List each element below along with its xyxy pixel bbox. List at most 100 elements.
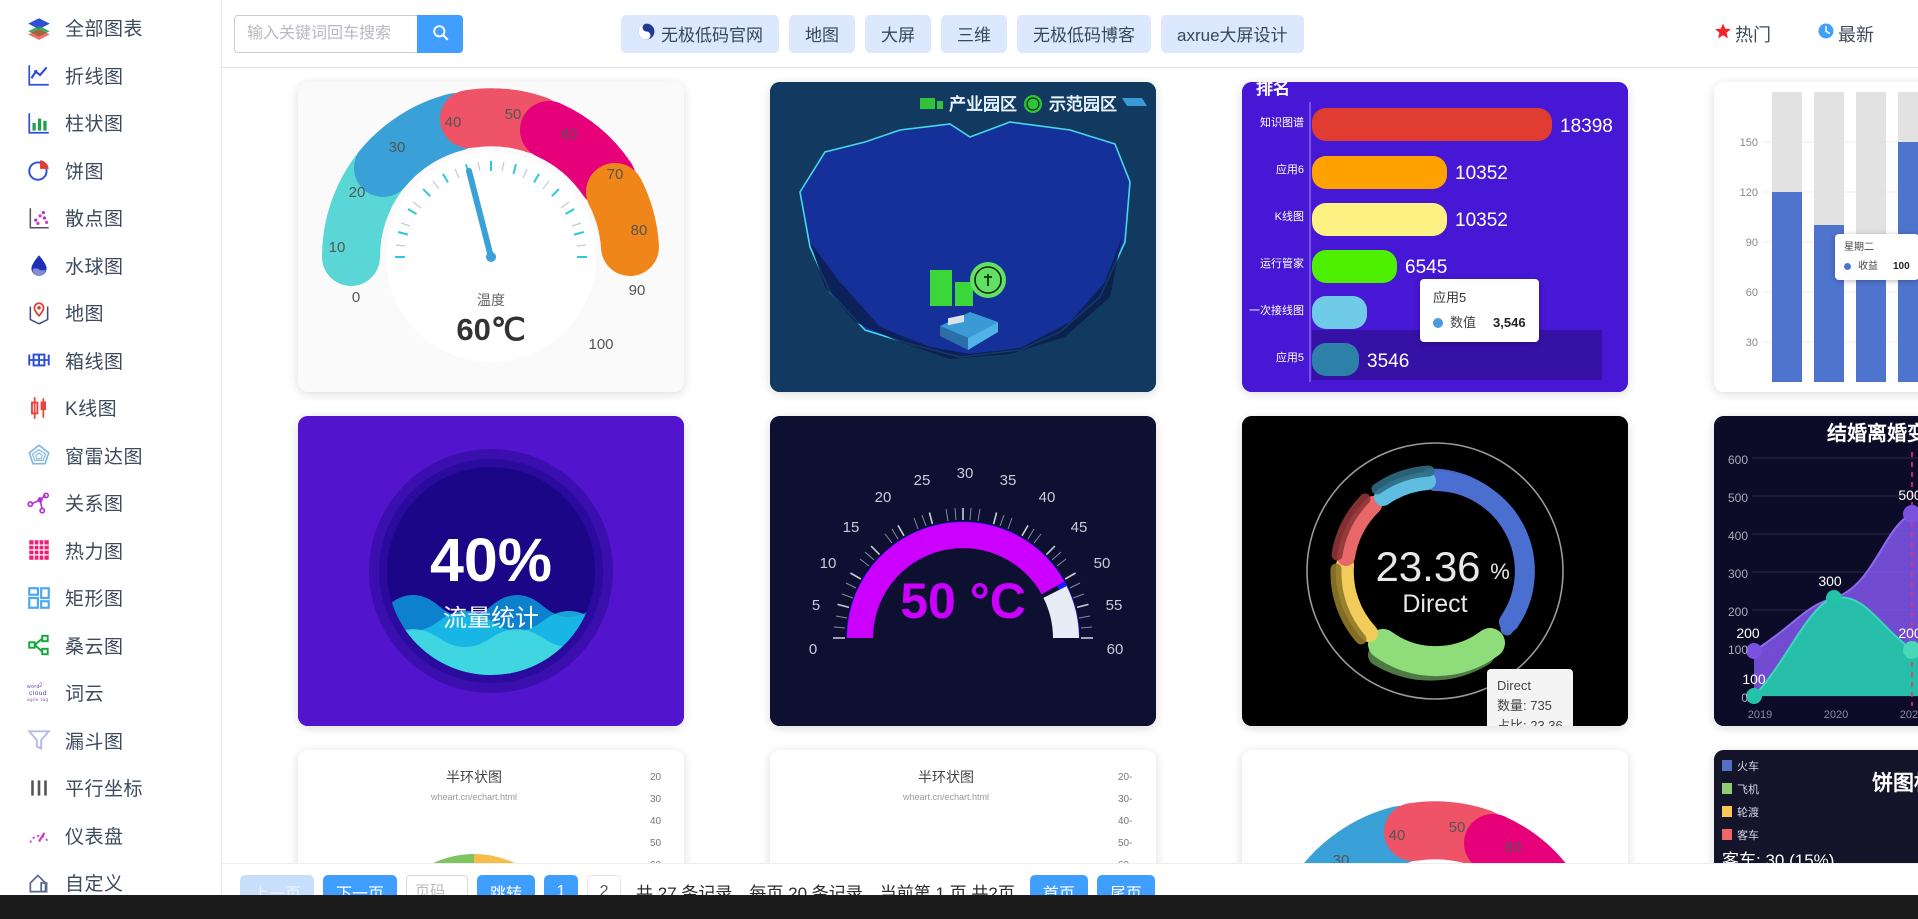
- y-tick-120: 120: [1740, 187, 1758, 199]
- sidebar-item-label: 地图: [65, 304, 105, 326]
- y-tick-600: 600: [1728, 453, 1748, 467]
- chart-card-gauge-temperature-2[interactable]: 30 40 50 60 70: [1242, 750, 1628, 863]
- hot-link[interactable]: 热门: [1714, 21, 1771, 47]
- bar-chart-title: 排名: [1256, 82, 1290, 98]
- bar-cat-5: 应用5: [1276, 350, 1304, 364]
- search-button[interactable]: [417, 14, 463, 53]
- bar-cat-1: 应用6: [1276, 162, 1304, 176]
- area-title: 结婚离婚变化趋势: [1827, 421, 1918, 445]
- sidebar-item-label: 全部图表: [65, 19, 144, 41]
- gauge-value: 50 °C: [900, 573, 1026, 629]
- sidebar-item-label: 桑云图: [65, 636, 124, 658]
- nav-button-label: 无极低码官网: [661, 26, 763, 45]
- donut-center-unit: %: [1490, 559, 1510, 584]
- donut-center-label: Direct: [1402, 590, 1467, 618]
- pie-chart-icon: [26, 157, 52, 183]
- sidebar-item-liquidfill[interactable]: 水球图: [0, 242, 221, 290]
- chart-card-bar-weekly-income[interactable]: 30 60 90 120 150 收益 星期二: [1714, 82, 1918, 392]
- nav-button-3d[interactable]: 三维: [941, 14, 1007, 53]
- sidebar-item-wordcloud[interactable]: word 2 cloud agile tag 词云: [0, 669, 221, 717]
- nav-button-map[interactable]: 地图: [789, 14, 855, 53]
- bar-chart-icon: [26, 110, 52, 136]
- gauge-tick-60: 60: [561, 126, 578, 143]
- y-tick-200: 200: [1728, 605, 1748, 619]
- search-input[interactable]: [234, 14, 417, 53]
- chart-card-gauge-celsius[interactable]: 0 5 10 15 20 25 30 35 40 45 50 55 60 50 …: [770, 416, 1156, 726]
- nav-button-axrue-design[interactable]: axrue大屏设计: [1161, 14, 1304, 53]
- sidebar-item-label: 水球图: [65, 256, 124, 278]
- gauge-tick-10: 10: [329, 239, 346, 256]
- axis-label-1: 30: [650, 794, 662, 805]
- sidebar-item-map[interactable]: 地图: [0, 289, 221, 337]
- chart-card-halfdonut-age-1[interactable]: 半环状图 wheart.cn/echart.html 30-40岁 40-50岁: [298, 750, 684, 863]
- chart-card-map-industrial-park[interactable]: 产业园区 示范园区: [770, 82, 1156, 392]
- axis-label-2: 40-: [1118, 816, 1132, 827]
- sidebar-item-pie-chart[interactable]: 饼图: [0, 147, 221, 195]
- chart-card-halfdonut-age-2[interactable]: 半环状图 wheart.cn/echart.html 40-50岁 20- 30…: [770, 750, 1156, 863]
- nav-button-label: 无极低码博客: [1033, 26, 1135, 45]
- sidebar-item-radar[interactable]: 窗雷达图: [0, 432, 221, 480]
- sidebar-item-label: 关系图: [65, 494, 124, 516]
- tooltip-color-dot: [1844, 262, 1851, 270]
- tooltip-series: 数值: [1450, 315, 1477, 331]
- nav-button-bigscreen[interactable]: 大屏: [865, 14, 931, 53]
- chart-card-pie-transport[interactable]: 饼图标题 火车 飞机 轮渡 客车 客车: 30 (15%) 火车:: [1714, 750, 1918, 863]
- gauge2-tick-60: 60: [1505, 839, 1522, 856]
- sidebar-item-heatmap[interactable]: 热力图: [0, 527, 221, 575]
- tooltip-color-dot: [1433, 318, 1443, 329]
- tick-15: 15: [843, 519, 860, 536]
- chart-card-liquidfill-traffic[interactable]: 40% 流量统计: [298, 416, 684, 726]
- sankey-icon: [26, 632, 52, 658]
- sidebar-item-treemap[interactable]: 矩形图: [0, 574, 221, 622]
- sidebar-item-line-chart[interactable]: 折线图: [0, 52, 221, 100]
- sidebar-item-graph-relation[interactable]: 关系图: [0, 479, 221, 527]
- sidebar-item-candlestick[interactable]: K线图: [0, 384, 221, 432]
- bar-cat-2: K线图: [1275, 209, 1304, 223]
- sidebar-item-bar-chart[interactable]: 柱状图: [0, 99, 221, 147]
- layers-icon: [26, 15, 52, 41]
- dp-label-500: 500: [1898, 487, 1918, 503]
- sidebar-item-all-charts[interactable]: 全部图表: [0, 4, 221, 52]
- search-icon: [431, 23, 450, 45]
- bar-val-5: 3546: [1367, 351, 1409, 372]
- latest-link[interactable]: 最新: [1817, 21, 1874, 47]
- funnel-icon: [26, 727, 52, 753]
- y-tick-300: 300: [1728, 567, 1748, 581]
- dp-label-200b: 200: [1898, 625, 1918, 641]
- chart-card-gauge-temperature[interactable]: 温度 60℃ 0 10 20 30 40 50 60 70 80 90 100: [298, 82, 684, 392]
- sidebar-item-funnel[interactable]: 漏斗图: [0, 717, 221, 765]
- bar-horizontal-svg: 排名 知识图谱 应用6 K线图 运行管家 一次接线图 应用5 18398 103…: [1242, 82, 1628, 392]
- chart-gallery: 温度 60℃ 0 10 20 30 40 50 60 70 80 90 100 …: [222, 68, 1918, 863]
- axis-label-1: 30-: [1118, 794, 1132, 805]
- tooltip-series: 收益: [1858, 260, 1878, 272]
- nav-button-official-site[interactable]: 无极低码官网: [621, 14, 779, 53]
- bar-cat-4: 一次接线图: [1249, 303, 1304, 317]
- sidebar-item-scatter-chart[interactable]: 散点图: [0, 194, 221, 242]
- chart-card-area-marriage-divorce[interactable]: 结婚离婚变化趋势: [1714, 416, 1918, 726]
- sidebar-item-label: 平行坐标: [65, 779, 144, 801]
- dp-label-200a: 200: [1736, 625, 1760, 641]
- gauge-tick-30: 30: [389, 139, 406, 156]
- tick-30: 30: [957, 465, 974, 482]
- nav-button-blog[interactable]: 无极低码博客: [1017, 14, 1151, 53]
- chart-card-bar-horizontal-apps[interactable]: 排名 知识图谱 应用6 K线图 运行管家 一次接线图 应用5 18398 103…: [1242, 82, 1628, 392]
- chart-card-donut-direct[interactable]: 23.36 % Direct Direct 数量: 735 占比: 23.36: [1242, 416, 1628, 726]
- x-tick-2019: 2019: [1748, 709, 1772, 721]
- sidebar-item-label: 散点图: [65, 209, 124, 231]
- gauge-title: 温度: [477, 292, 505, 308]
- map-svg: 产业园区 示范园区: [770, 82, 1156, 392]
- sidebar-item-parallel[interactable]: 平行坐标: [0, 764, 221, 812]
- liquidfill-icon: [26, 252, 52, 278]
- halfdonut-1-svg: 半环状图 wheart.cn/echart.html 30-40岁 40-50岁: [298, 750, 684, 863]
- sidebar-item-boxplot[interactable]: 箱线图: [0, 337, 221, 385]
- y-tick-500: 500: [1728, 491, 1748, 505]
- tooltip-value: 3,546: [1493, 315, 1526, 331]
- sidebar-item-label: 饼图: [65, 161, 105, 183]
- halfdonut-subtitle: wheart.cn/echart.html: [902, 792, 989, 802]
- tooltip-row-ratio: 占比: 23.36: [1497, 718, 1563, 726]
- gauge2-tick-50: 50: [1449, 819, 1466, 836]
- sidebar-item-sankey[interactable]: 桑云图: [0, 622, 221, 670]
- pie-transport-svg: 饼图标题 火车 飞机 轮渡 客车 客车: 30 (15%) 火车:: [1714, 750, 1918, 863]
- gauge-tick-90: 90: [629, 282, 646, 299]
- sidebar-item-gauge[interactable]: 仪表盘: [0, 812, 221, 860]
